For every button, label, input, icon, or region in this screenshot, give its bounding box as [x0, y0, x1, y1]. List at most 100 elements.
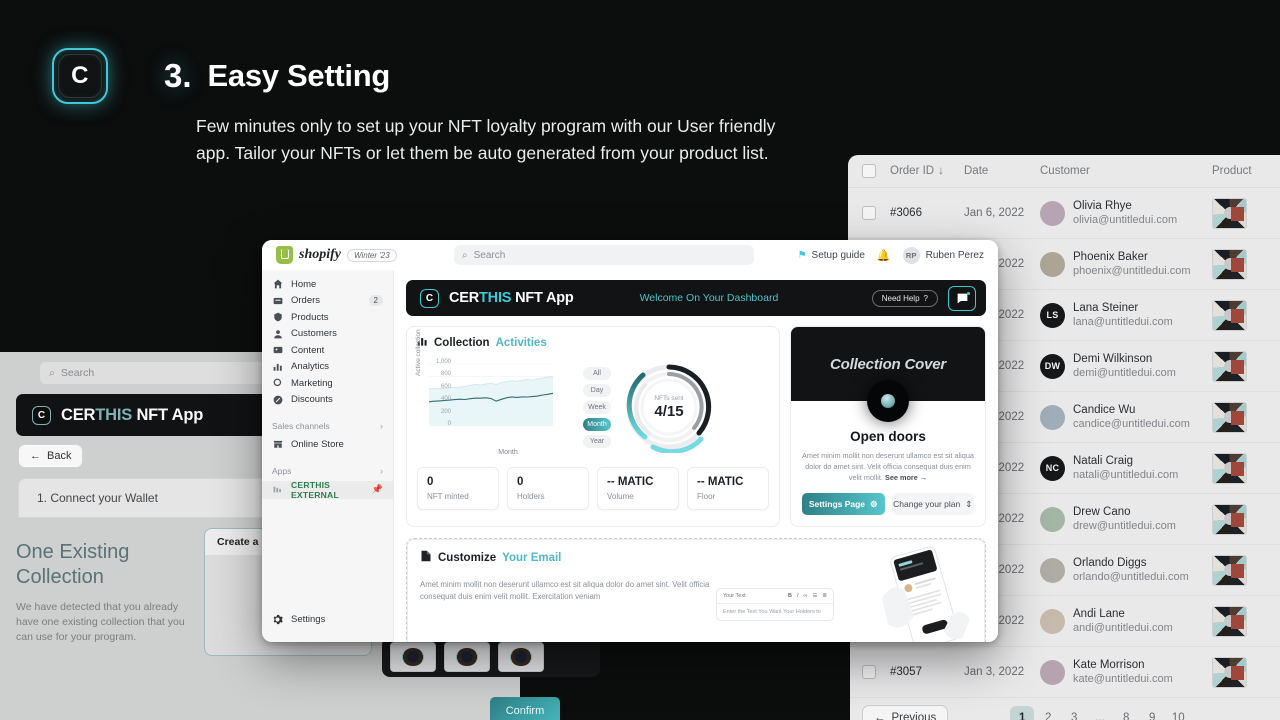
product-cell: [1212, 452, 1280, 484]
avatar: [1040, 251, 1065, 277]
updown-icon: ⇕: [965, 498, 973, 509]
back-button[interactable]: ← Back: [18, 444, 84, 468]
brand-cer: CER: [61, 405, 96, 424]
sidebar-item-label: Discounts: [291, 394, 333, 406]
range-pill-week[interactable]: Week: [583, 400, 611, 414]
avatar: [1040, 557, 1065, 583]
sidebar-nav-list: Home Orders 2 Products Customers Content Analy…: [262, 276, 393, 408]
setup-guide-button[interactable]: ⚑ Setup guide: [798, 250, 865, 261]
sidebar-item-settings[interactable]: Settings: [262, 612, 393, 629]
question-mark-icon: ?: [923, 293, 928, 303]
page-number[interactable]: 1: [1010, 706, 1035, 720]
page-number[interactable]: ...: [1088, 706, 1112, 720]
sidebar-item-label: Orders: [291, 295, 321, 307]
range-pill-year[interactable]: Year: [583, 434, 611, 448]
previous-label: Previous: [891, 712, 937, 720]
step-tab-connect-wallet[interactable]: 1. Connect your Wallet: [19, 479, 268, 517]
sidebar-item-online-store[interactable]: Online Store: [262, 436, 393, 453]
range-pill-day[interactable]: Day: [583, 383, 611, 397]
nft-thumbnail[interactable]: [498, 642, 544, 672]
pin-icon[interactable]: 📌: [372, 484, 383, 495]
bold-icon[interactable]: B: [788, 593, 792, 599]
column-order-id[interactable]: Order ID ↓: [890, 165, 964, 177]
table-row[interactable]: #3066 Jan 6, 2022 Olivia Rhye olivia@untitl…: [848, 188, 1280, 239]
avatar: [1040, 404, 1065, 430]
italic-icon[interactable]: I: [797, 593, 799, 599]
sidebar-section-sales-channels[interactable]: Sales channels ›: [262, 416, 393, 436]
list-icon[interactable]: ☰: [812, 593, 817, 599]
customer-cell: Phoenix Baker phoenix@untitledui.com: [1040, 250, 1212, 278]
sidebar-item-label: Customers: [291, 328, 337, 340]
customer-cell: NC Natali Craig natali@untitledui.com: [1040, 454, 1212, 482]
bell-icon[interactable]: 🔔: [877, 249, 891, 262]
product-cell: [1212, 605, 1280, 637]
row-checkbox[interactable]: [862, 665, 876, 679]
avatar: DW: [1040, 353, 1065, 379]
email-text-editor[interactable]: Your Text B I ∞ ☰ ≣ Enter the Text You W…: [716, 588, 834, 621]
setup-guide-label: Setup guide: [811, 249, 865, 261]
sidebar-item-analytics[interactable]: Analytics: [262, 359, 393, 376]
confirm-button[interactable]: Confirm: [490, 697, 560, 720]
column-product[interactable]: Product: [1212, 165, 1280, 177]
stat-card: -- MATIC Floor: [687, 467, 769, 510]
page-number[interactable]: 9: [1140, 706, 1164, 720]
sidebar-item-certhis-external[interactable]: CERTHIS EXTERNAL 📌: [262, 480, 393, 500]
sidebar-item-customers[interactable]: Customers: [262, 326, 393, 343]
link-icon[interactable]: ∞: [804, 593, 808, 599]
analytics-icon: [272, 361, 283, 372]
shopify-wordmark: shopify: [299, 247, 341, 262]
editor-input[interactable]: Enter the Text You Want Your Holders to: [717, 604, 833, 620]
sidebar-item-orders[interactable]: Orders 2: [262, 293, 393, 310]
page-number[interactable]: 2: [1036, 706, 1060, 720]
page-number[interactable]: 10: [1166, 706, 1190, 720]
customer-cell: Olivia Rhye olivia@untitledui.com: [1040, 199, 1212, 227]
nft-thumbnail[interactable]: [390, 642, 436, 672]
stat-value: -- MATIC: [607, 476, 654, 488]
row-checkbox[interactable]: [862, 206, 876, 220]
sales-channels-label: Sales channels: [272, 421, 330, 431]
brand-app: NFT App: [515, 290, 574, 306]
shopify-logo[interactable]: shopify Winter '23: [276, 246, 428, 264]
orders-icon: [272, 295, 283, 306]
app-icon: [272, 484, 283, 495]
collection-cover-label: Collection Cover: [830, 355, 946, 373]
change-plan-button[interactable]: Change your plan ⇕: [891, 493, 974, 515]
table-row[interactable]: #3057 Jan 3, 2022 Kate Morrison kate@untitl…: [848, 647, 1280, 698]
donut-center-text: NFTs sent 4/15: [623, 361, 715, 453]
customer-name: Orlando Diggs: [1073, 557, 1147, 569]
certhis-logo-badge: C: [52, 48, 108, 104]
previous-page-button[interactable]: ← Previous: [862, 705, 949, 720]
sidebar-item-marketing[interactable]: Marketing: [262, 375, 393, 392]
collection-avatar: [867, 380, 909, 422]
select-all-checkbox[interactable]: [862, 164, 876, 178]
sidebar-item-content[interactable]: Content: [262, 342, 393, 359]
existing-collection-block: One Existing Collection We have detected…: [16, 540, 186, 645]
product-cell: [1212, 503, 1280, 535]
column-customer[interactable]: Customer: [1040, 165, 1212, 177]
page-number[interactable]: 8: [1114, 706, 1138, 720]
settings-page-button[interactable]: Settings Page ⚙: [802, 493, 885, 515]
user-menu[interactable]: RP Ruben Perez: [902, 246, 984, 264]
need-help-button[interactable]: Need Help ?: [871, 289, 938, 307]
column-date[interactable]: Date: [964, 165, 1040, 177]
range-pill-all[interactable]: All: [583, 366, 611, 380]
sidebar-section-apps[interactable]: Apps ›: [262, 461, 393, 481]
left-search-placeholder: Search: [60, 367, 95, 379]
align-icon[interactable]: ≣: [822, 593, 827, 599]
certhis-app-banner: C CERTHIS NFT App Welcome On Your Dashbo…: [406, 280, 986, 316]
shopify-search-input[interactable]: ⌕ Search: [454, 245, 754, 265]
page-number[interactable]: 3: [1062, 706, 1086, 720]
collection-description: Amet minim mollit non deserunt ullamco e…: [802, 450, 974, 483]
customer-cell: Orlando Diggs orlando@untitledui.com: [1040, 556, 1212, 584]
sidebar-item-home[interactable]: Home: [262, 276, 393, 293]
sidebar-item-label: Content: [291, 344, 325, 356]
nft-thumbnail[interactable]: [444, 642, 490, 672]
customer-cell: DW Demi Wilkinson demi@untitledui.com: [1040, 352, 1212, 380]
nft-thumbnails: [382, 637, 600, 672]
see-more-link[interactable]: See more →: [885, 473, 927, 482]
avatar: NC: [1040, 455, 1065, 481]
sidebar-item-products[interactable]: Products: [262, 309, 393, 326]
chat-icon[interactable]: [948, 285, 976, 311]
sidebar-item-discounts[interactable]: Discounts: [262, 392, 393, 409]
range-pill-month[interactable]: Month: [583, 417, 611, 431]
